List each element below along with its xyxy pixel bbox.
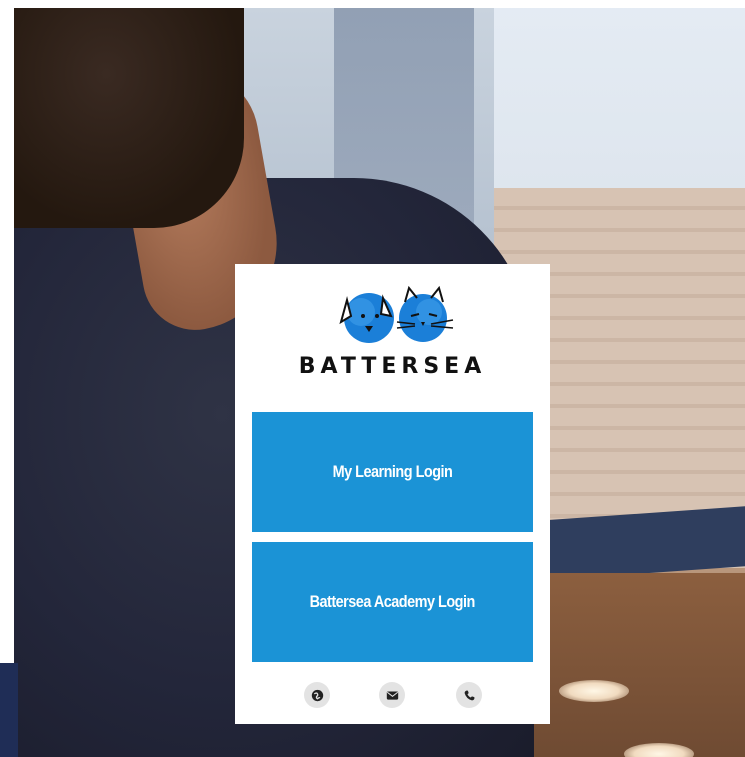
my-learning-login-label: My Learning Login — [332, 462, 453, 481]
contact-links — [235, 682, 550, 708]
brand-logo: BATTERSEA — [235, 286, 550, 386]
corner-accent-block — [0, 663, 18, 757]
my-learning-login-button[interactable]: My Learning Login — [252, 412, 533, 532]
brand-name: BATTERSEA — [298, 354, 487, 379]
dog-and-cat-logo-icon — [339, 286, 454, 343]
battersea-academy-login-button[interactable]: Battersea Academy Login — [252, 542, 533, 662]
battersea-academy-login-label: Battersea Academy Login — [309, 592, 476, 611]
globe-icon[interactable] — [304, 682, 330, 708]
envelope-icon[interactable] — [379, 682, 405, 708]
phone-icon[interactable] — [456, 682, 482, 708]
login-page: BATTERSEA My Learning Login Battersea Ac… — [0, 0, 745, 757]
login-card: BATTERSEA My Learning Login Battersea Ac… — [235, 264, 550, 724]
